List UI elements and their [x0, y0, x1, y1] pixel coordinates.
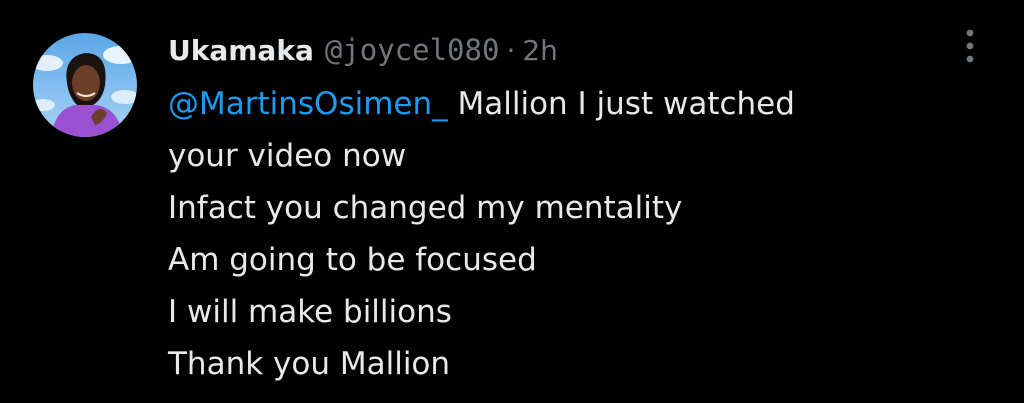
more-options-icon [966, 29, 974, 63]
tweet-header: Ukamaka @joycel080 · 2h [168, 28, 558, 72]
author-name[interactable]: Ukamaka [168, 34, 314, 67]
tweet[interactable]: Ukamaka @joycel080 · 2h @MartinsOsimen_ … [0, 0, 1024, 403]
user-avatar-icon [33, 33, 137, 137]
tweet-timestamp[interactable]: 2h [522, 34, 558, 67]
mention-link[interactable]: @MartinsOsimen_ [168, 86, 448, 122]
tweet-text-line: I will make billions [168, 294, 452, 330]
author-handle[interactable]: @joycel080 [325, 33, 500, 67]
tweet-text: @MartinsOsimen_ Mallion I just watched y… [168, 78, 948, 390]
tweet-text-first-line: Mallion I just watched [447, 86, 795, 122]
tweet-text-line: your video now [168, 138, 407, 174]
tweet-text-line: Thank you Mallion [168, 346, 451, 382]
tweet-text-line: Am going to be focused [168, 242, 537, 278]
tweet-text-line: @MartinsOsimen_ Mallion I just watched [168, 78, 948, 130]
more-options-button[interactable] [948, 24, 992, 68]
avatar[interactable] [33, 33, 137, 137]
tweet-text-line: Infact you changed my mentality [168, 190, 683, 226]
separator-dot: · [506, 33, 516, 67]
